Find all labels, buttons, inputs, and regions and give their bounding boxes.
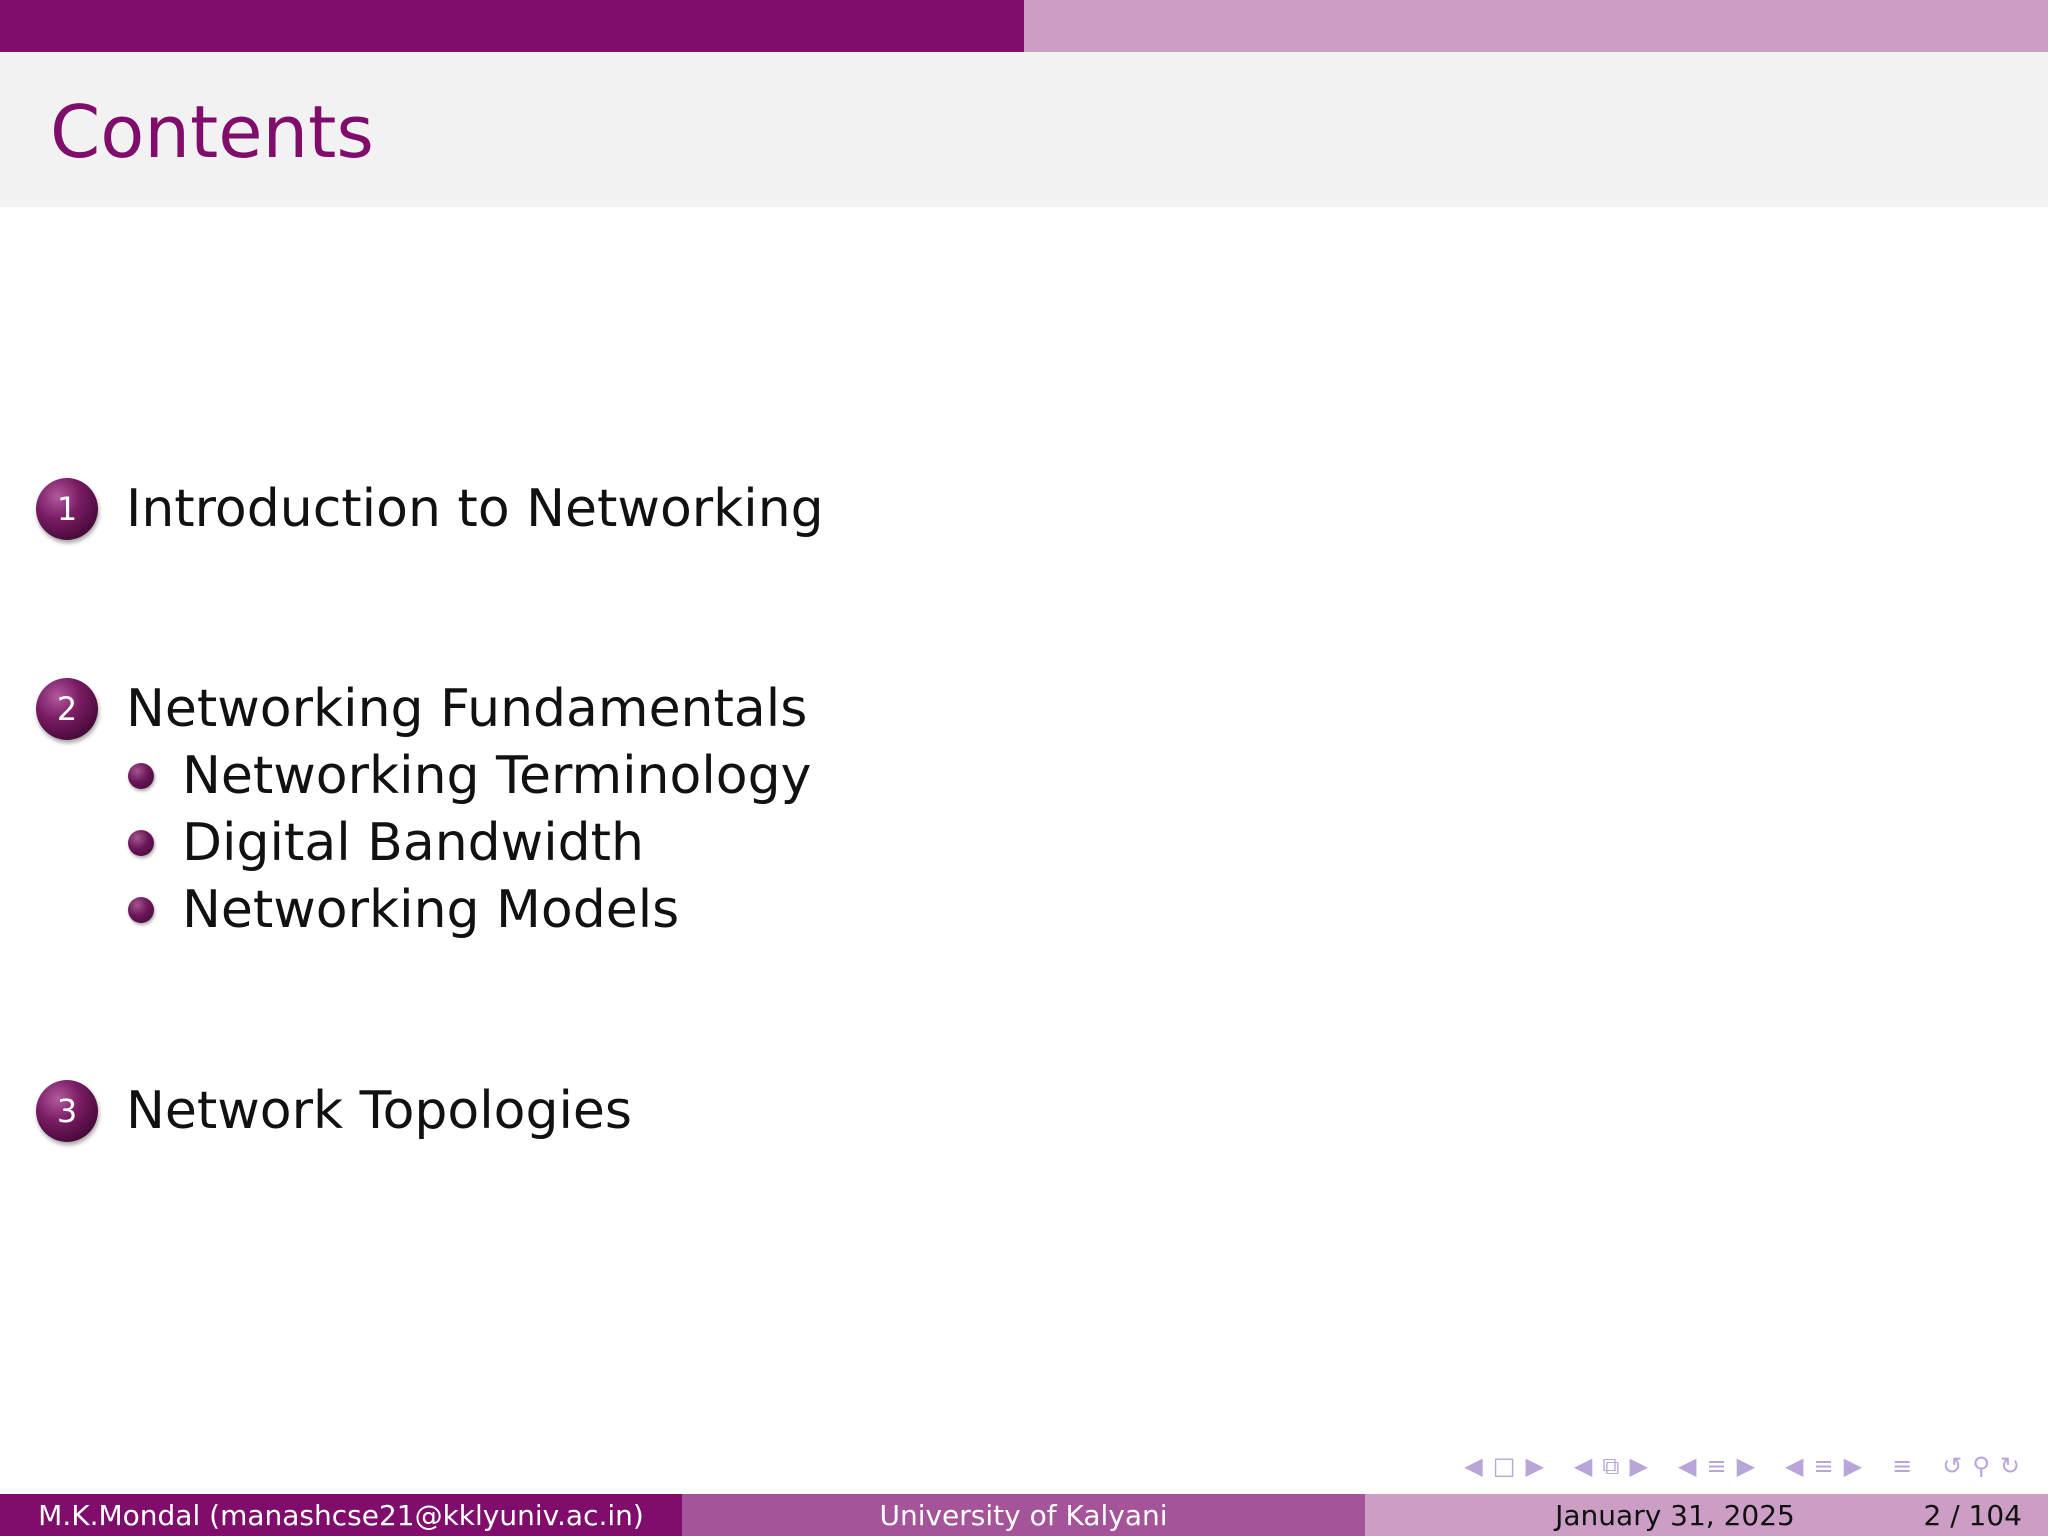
nav-next-icon[interactable]: ▶: [1737, 1448, 1755, 1484]
nav-next-icon[interactable]: ▶: [1844, 1448, 1862, 1484]
bullet-ball-icon: [128, 763, 154, 789]
footline: M.K.Mondal (manashcse21@kklyuniv.ac.in) …: [0, 1494, 2048, 1536]
subsection-icon[interactable]: ⧉: [1602, 1448, 1619, 1484]
section-number-ball: 2: [36, 678, 98, 740]
toc-subsection-label: Networking Terminology: [182, 746, 812, 806]
nav-next-icon[interactable]: ▶: [1630, 1448, 1648, 1484]
toc-section-3[interactable]: 3 Network Topologies: [36, 1078, 632, 1144]
footer-author: M.K.Mondal (manashcse21@kklyuniv.ac.in): [0, 1494, 682, 1536]
forward-icon[interactable]: ↻: [2000, 1448, 2020, 1484]
toc-section-label: Introduction to Networking: [126, 479, 824, 539]
toc-icon[interactable]: ≡: [1892, 1448, 1912, 1484]
toc-subsection-label: Digital Bandwidth: [182, 813, 645, 873]
toc-subsection-1[interactable]: Networking Terminology: [128, 746, 811, 806]
bullet-ball-icon: [128, 897, 154, 923]
section-number-ball: 3: [36, 1080, 98, 1142]
nav-prev-icon[interactable]: ◀: [1464, 1448, 1482, 1484]
toc-section-label: Networking Fundamentals: [126, 679, 808, 739]
table-of-contents: 1 Introduction to Networking 2 Networkin…: [0, 0, 2048, 1536]
footer-date-page: January 31, 2025 2 / 104: [1365, 1494, 2048, 1536]
toc-section-1[interactable]: 1 Introduction to Networking: [36, 476, 824, 542]
beamer-navigation-symbols: ◀ □ ▶ ◀ ⧉ ▶ ◀ ≡ ▶ ◀ ≡ ▶ ≡ ↺ ⚲ ↻: [1454, 1448, 2020, 1484]
back-icon[interactable]: ↺: [1942, 1448, 1962, 1484]
toc-subsection-label: Networking Models: [182, 880, 680, 940]
section-number-ball: 1: [36, 478, 98, 540]
footer-institute: University of Kalyani: [682, 1494, 1365, 1536]
search-icon[interactable]: ⚲: [1972, 1448, 1990, 1484]
document-icon[interactable]: ≡: [1814, 1448, 1834, 1484]
nav-prev-icon[interactable]: ◀: [1678, 1448, 1696, 1484]
toc-section-label: Network Topologies: [126, 1081, 633, 1141]
toc-subsection-3[interactable]: Networking Models: [128, 880, 679, 940]
footer-page-number: 2 / 104: [1923, 1498, 2023, 1532]
toc-section-2[interactable]: 2 Networking Fundamentals: [36, 676, 807, 742]
toc-subsection-2[interactable]: Digital Bandwidth: [128, 813, 644, 873]
footer-date: January 31, 2025: [1555, 1498, 1795, 1532]
frame-icon[interactable]: □: [1493, 1448, 1516, 1484]
nav-next-icon[interactable]: ▶: [1525, 1448, 1543, 1484]
bullet-ball-icon: [128, 830, 154, 856]
nav-prev-icon[interactable]: ◀: [1574, 1448, 1592, 1484]
nav-prev-icon[interactable]: ◀: [1785, 1448, 1803, 1484]
section-icon[interactable]: ≡: [1706, 1448, 1726, 1484]
